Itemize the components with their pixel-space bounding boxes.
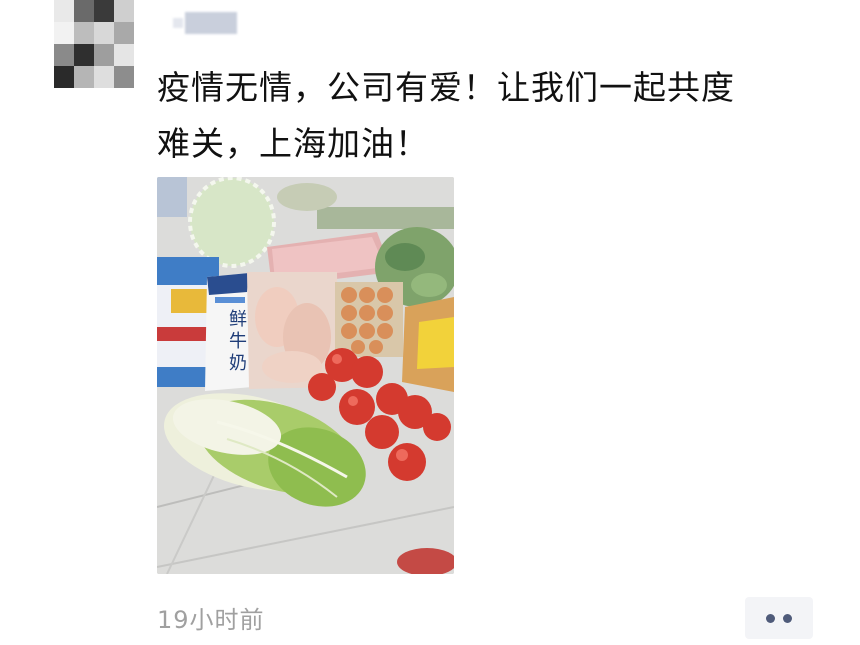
more-actions-button[interactable] (745, 597, 813, 639)
more-dots-icon (766, 613, 775, 623)
milk-label-2: 牛 (229, 331, 247, 352)
author-name-blurred[interactable] (173, 12, 237, 34)
milk-label-3: 奶 (229, 353, 247, 374)
avatar[interactable] (54, 0, 134, 90)
post-photo[interactable]: 鲜 牛 奶 (157, 177, 454, 574)
post-text: 疫情无情，公司有爱！让我们一起共度 难关，上海加油！ (157, 68, 735, 163)
moments-post: 疫情无情，公司有爱！让我们一起共度 难关，上海加油！ 鲜 牛 奶 19小时前 (0, 0, 860, 645)
more-dots-icon (783, 613, 792, 623)
post-timestamp: 19小时前 (157, 606, 265, 634)
milk-label-1: 鲜 (229, 309, 247, 330)
